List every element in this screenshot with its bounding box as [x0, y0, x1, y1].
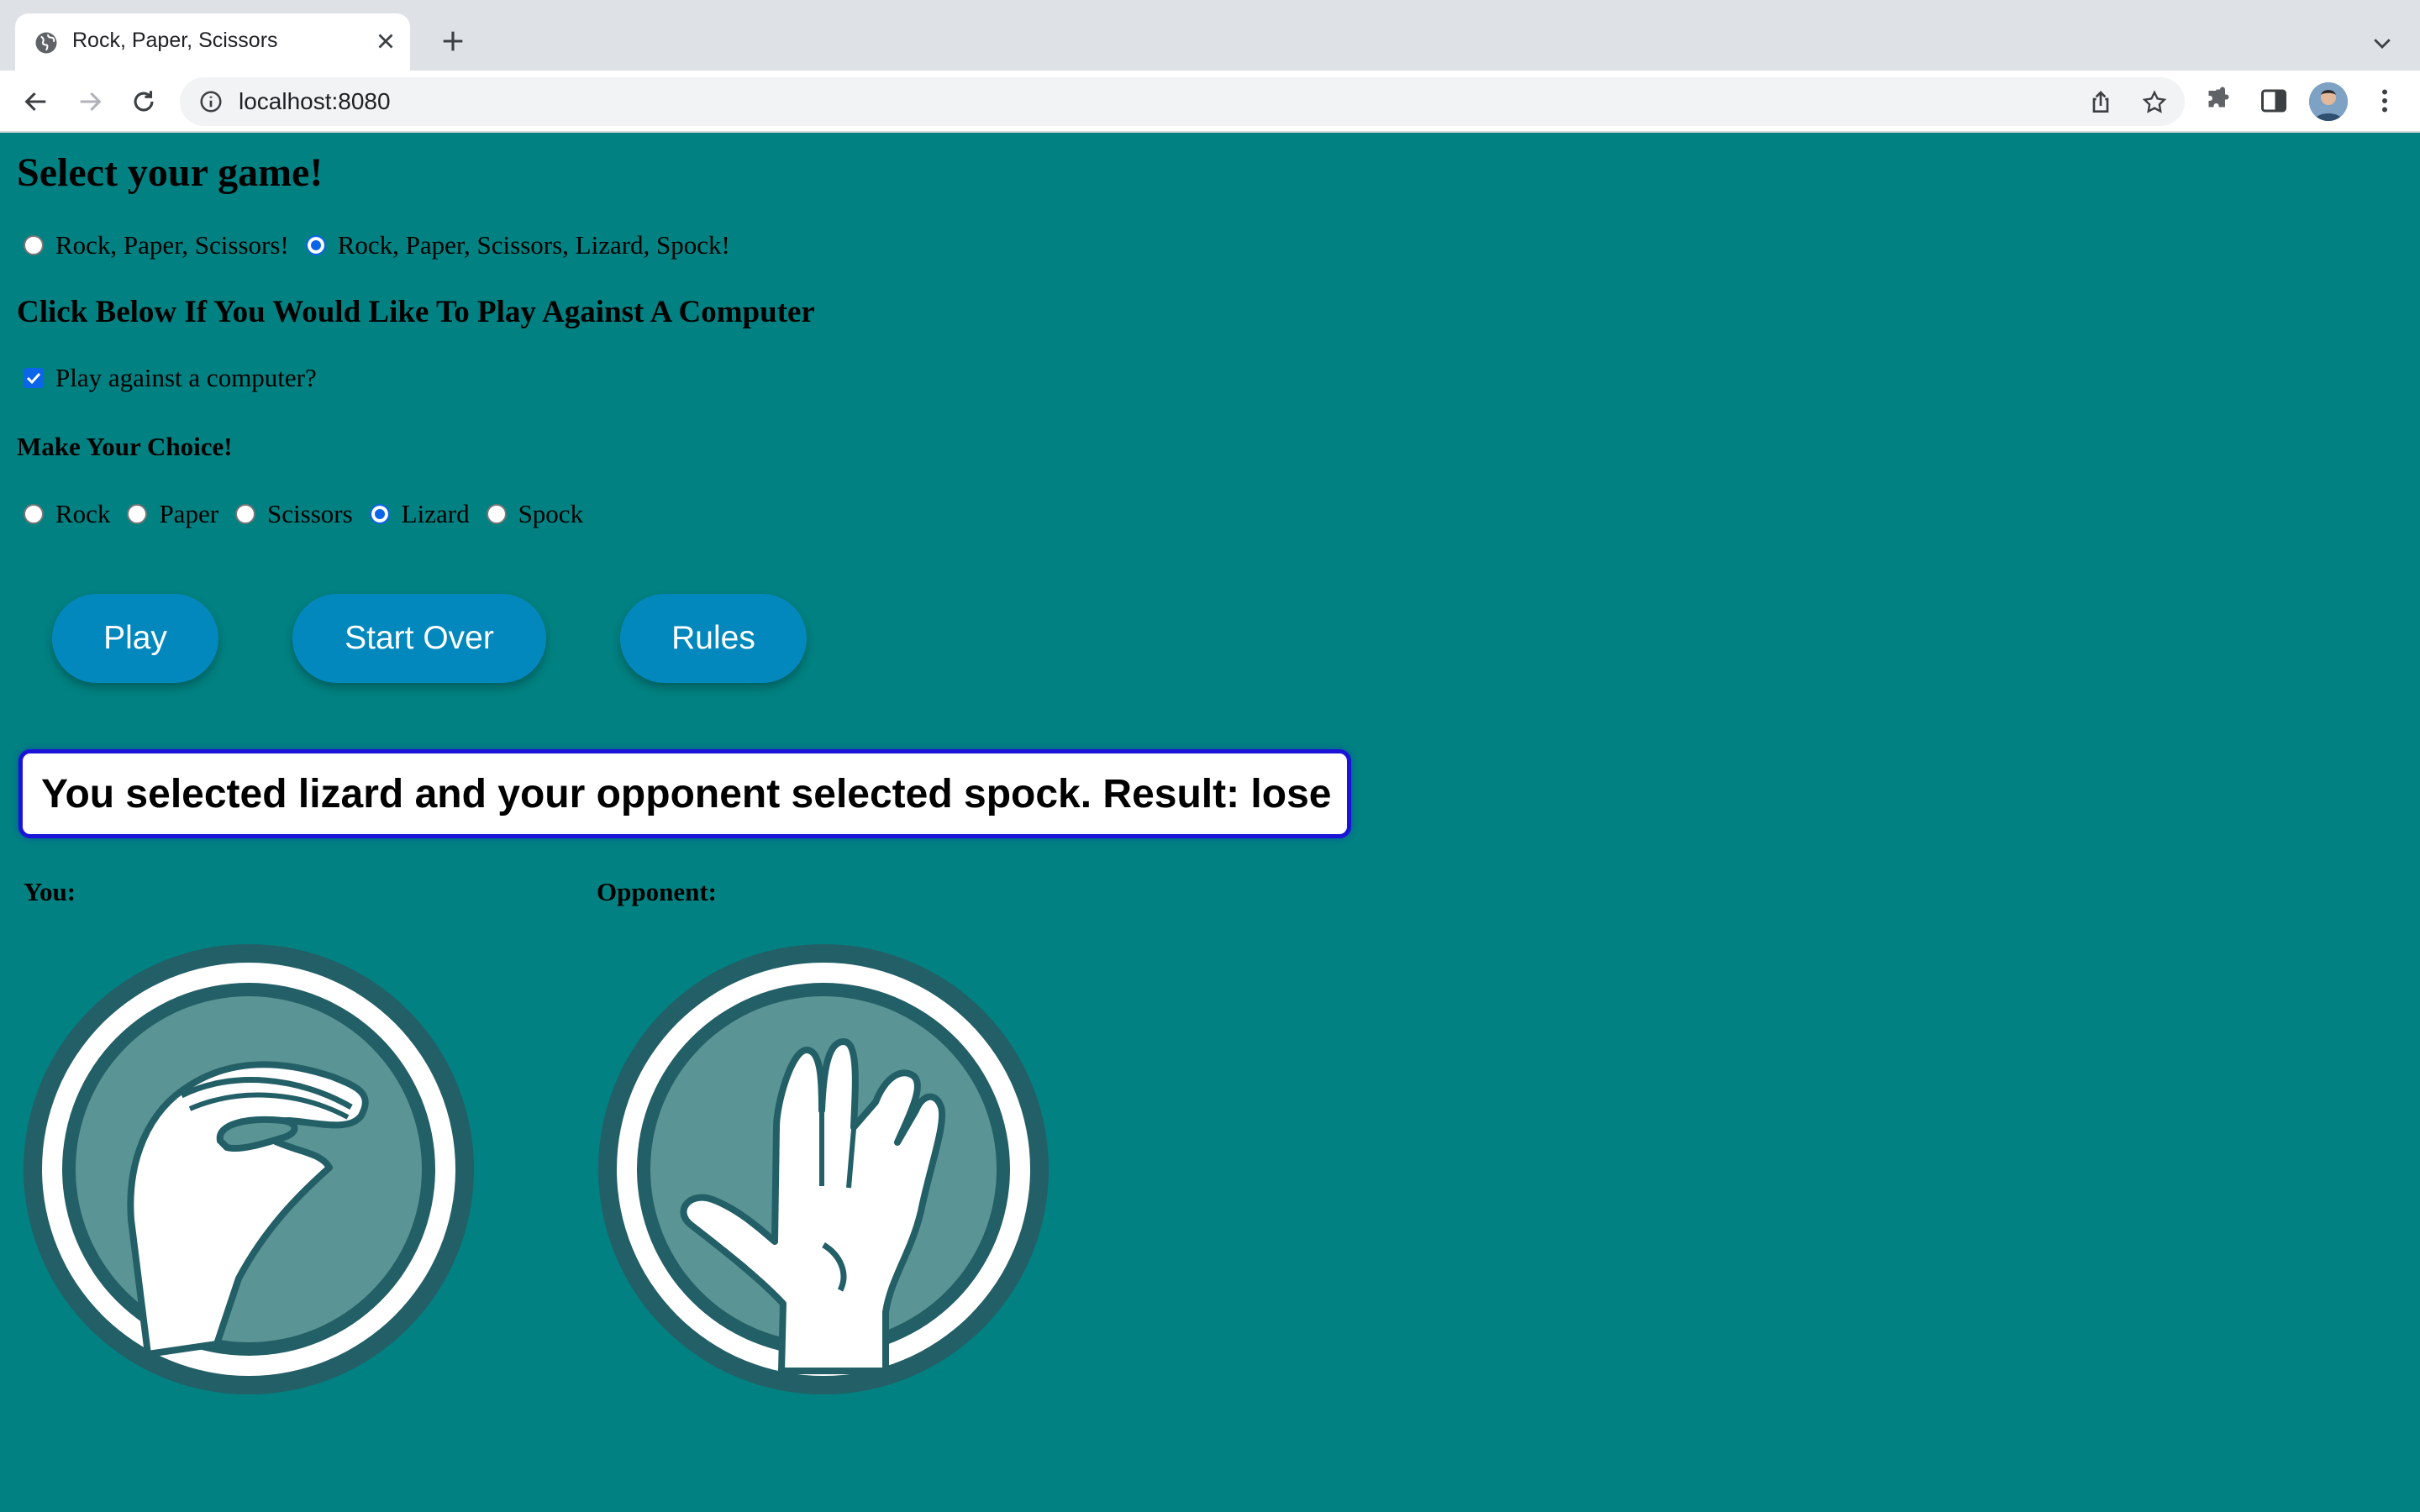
opponent-label: Opponent:	[597, 877, 717, 906]
rules-button[interactable]: Rules	[620, 594, 807, 683]
radio-scissors[interactable]	[235, 504, 256, 524]
plus-icon[interactable]	[439, 27, 467, 55]
radio-rock[interactable]	[24, 504, 44, 524]
radio-lizard[interactable]	[369, 504, 390, 524]
radio-lizard-label[interactable]: Lizard	[402, 499, 470, 529]
more-vert-icon[interactable]	[2370, 86, 2400, 116]
radio-paper-label[interactable]: Paper	[159, 499, 218, 529]
back-arrow-icon[interactable]	[22, 87, 50, 116]
computer-heading: Click Below If You Would Like To Play Ag…	[17, 295, 815, 329]
globe-icon	[35, 32, 57, 54]
radio-scissors-label[interactable]: Scissors	[267, 499, 353, 529]
extensions-icon[interactable]	[2205, 86, 2235, 116]
radio-paper[interactable]	[127, 504, 148, 524]
close-icon[interactable]	[373, 29, 398, 54]
lizard-hand-icon	[24, 944, 474, 1394]
info-icon[interactable]	[198, 89, 224, 114]
side-panel-icon[interactable]	[2259, 86, 2289, 116]
reload-icon[interactable]	[129, 87, 158, 116]
radio-rock-label[interactable]: Rock	[55, 499, 110, 529]
computer-option: Play against a computer?	[24, 363, 334, 393]
share-icon[interactable]	[2087, 89, 2114, 116]
browser-tab-strip: Rock, Paper, Scissors	[0, 0, 2420, 71]
browser-toolbar: localhost:8080	[0, 71, 2420, 133]
chevron-down-icon[interactable]	[2370, 30, 2395, 55]
radio-rps[interactable]	[24, 235, 44, 255]
game-options: Rock, Paper, Scissors! Rock, Paper, Scis…	[24, 230, 747, 260]
radio-spock-label[interactable]: Spock	[518, 499, 584, 529]
start-over-button[interactable]: Start Over	[292, 594, 546, 683]
spock-hand-icon	[598, 944, 1049, 1394]
star-icon[interactable]	[2141, 89, 2168, 116]
radio-spock[interactable]	[486, 504, 507, 524]
url-text: localhost:8080	[239, 88, 391, 114]
choice-heading: Make Your Choice!	[17, 432, 233, 461]
profile-avatar[interactable]	[2309, 82, 2348, 121]
radio-rps-label[interactable]: Rock, Paper, Scissors!	[55, 230, 289, 260]
computer-checkbox[interactable]	[24, 368, 44, 388]
radio-rpsls-label[interactable]: Rock, Paper, Scissors, Lizard, Spock!	[338, 230, 730, 260]
result-box: You selected lizard and your opponent se…	[18, 749, 1351, 838]
browser-tab[interactable]: Rock, Paper, Scissors	[15, 13, 410, 71]
checkmark-icon	[26, 372, 41, 385]
choice-options: Rock Paper Scissors Lizard Spock	[24, 499, 600, 529]
address-bar[interactable]: localhost:8080	[180, 77, 2185, 126]
computer-checkbox-label[interactable]: Play against a computer?	[55, 363, 317, 393]
page-content: Select your game! Rock, Paper, Scissors!…	[0, 133, 2420, 1512]
radio-rpsls[interactable]	[305, 235, 326, 255]
result-text: You selected lizard and your opponent se…	[41, 771, 1332, 816]
tab-title: Rock, Paper, Scissors	[72, 29, 278, 52]
forward-arrow-icon[interactable]	[76, 87, 104, 116]
you-label: You:	[24, 877, 76, 906]
play-button[interactable]: Play	[52, 594, 218, 683]
game-heading: Select your game!	[17, 150, 324, 195]
